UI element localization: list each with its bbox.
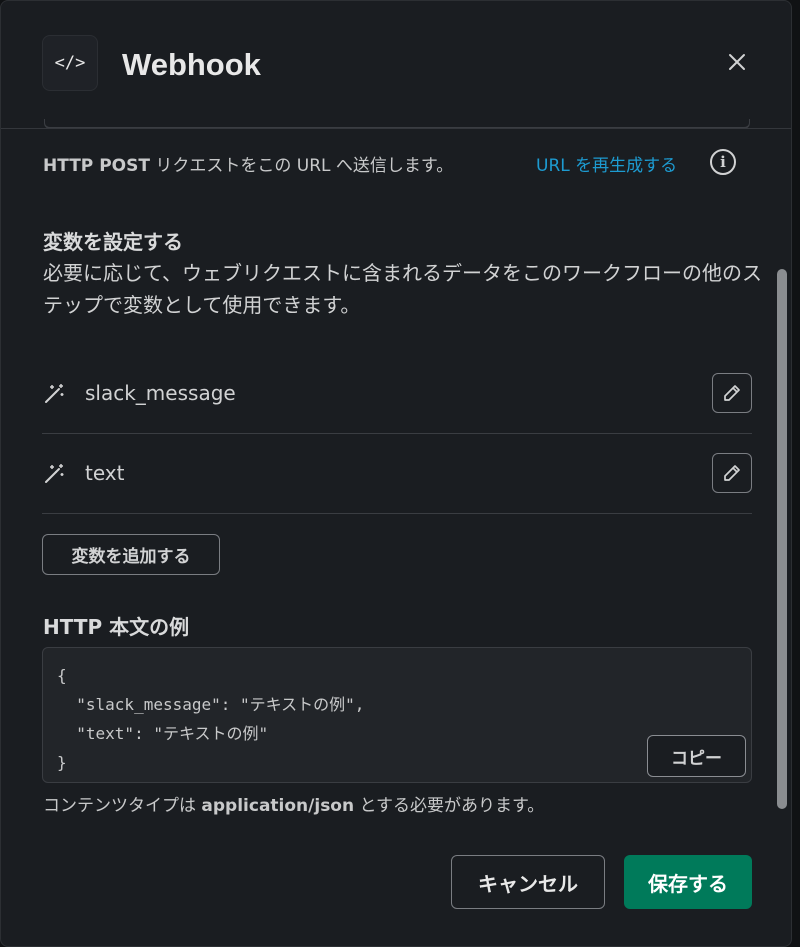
info-icon-glyph: i <box>720 153 726 171</box>
close-icon <box>729 54 745 70</box>
variable-name: slack_message <box>85 381 236 405</box>
modal-header: </> Webhook <box>1 1 791 129</box>
save-button[interactable]: 保存する <box>624 855 752 909</box>
pencil-icon <box>724 465 740 481</box>
post-text: リクエストをこの URL へ送信します。 <box>149 156 454 176</box>
content-type-prefix: コンテンツタイプは <box>43 796 202 816</box>
close-button[interactable] <box>721 46 753 78</box>
header-divider <box>1 128 791 129</box>
edit-variable-button[interactable] <box>712 373 752 413</box>
post-description: HTTP POST リクエストをこの URL へ送信します。 <box>43 151 453 176</box>
variable-row-slack-message: slack_message <box>42 354 752 434</box>
magic-wand-icon <box>45 384 64 403</box>
copy-button[interactable]: コピー <box>647 735 746 777</box>
http-body-example: { "slack_message": "テキストの例", "text": "テキ… <box>42 647 752 783</box>
variable-name: text <box>85 461 125 485</box>
regenerate-url-link[interactable]: URL を再生成する <box>536 151 677 176</box>
modal-title: Webhook <box>122 47 261 82</box>
magic-wand-icon <box>45 464 64 483</box>
code-icon-glyph: </> <box>54 53 86 73</box>
post-method: HTTP POST <box>43 156 150 176</box>
cancel-button[interactable]: キャンセル <box>451 855 605 909</box>
code-icon: </> <box>42 35 98 91</box>
variables-description: 必要に応じて、ウェブリクエストに含まれるデータをこのワークフローの他のステップで… <box>43 261 762 317</box>
add-variable-button[interactable]: 変数を追加する <box>42 534 220 575</box>
variables-title: 変数を設定する <box>43 230 183 254</box>
info-icon[interactable]: i <box>710 149 736 175</box>
edit-variable-button[interactable] <box>712 453 752 493</box>
webhook-modal: </> Webhook HTTP POST リクエストをこの URL へ送信しま… <box>0 0 792 947</box>
code-block[interactable]: { "slack_message": "テキストの例", "text": "テキ… <box>57 661 364 777</box>
pencil-icon <box>724 385 740 401</box>
variable-row-text: text <box>42 434 752 514</box>
http-body-title: HTTP 本文の例 <box>43 615 190 639</box>
scrollbar-thumb[interactable] <box>777 269 787 809</box>
content-type-note: コンテンツタイプは application/json とする必要があります。 <box>43 791 544 816</box>
content-type-value: application/json <box>201 796 355 816</box>
content-type-suffix: とする必要があります。 <box>354 796 545 816</box>
